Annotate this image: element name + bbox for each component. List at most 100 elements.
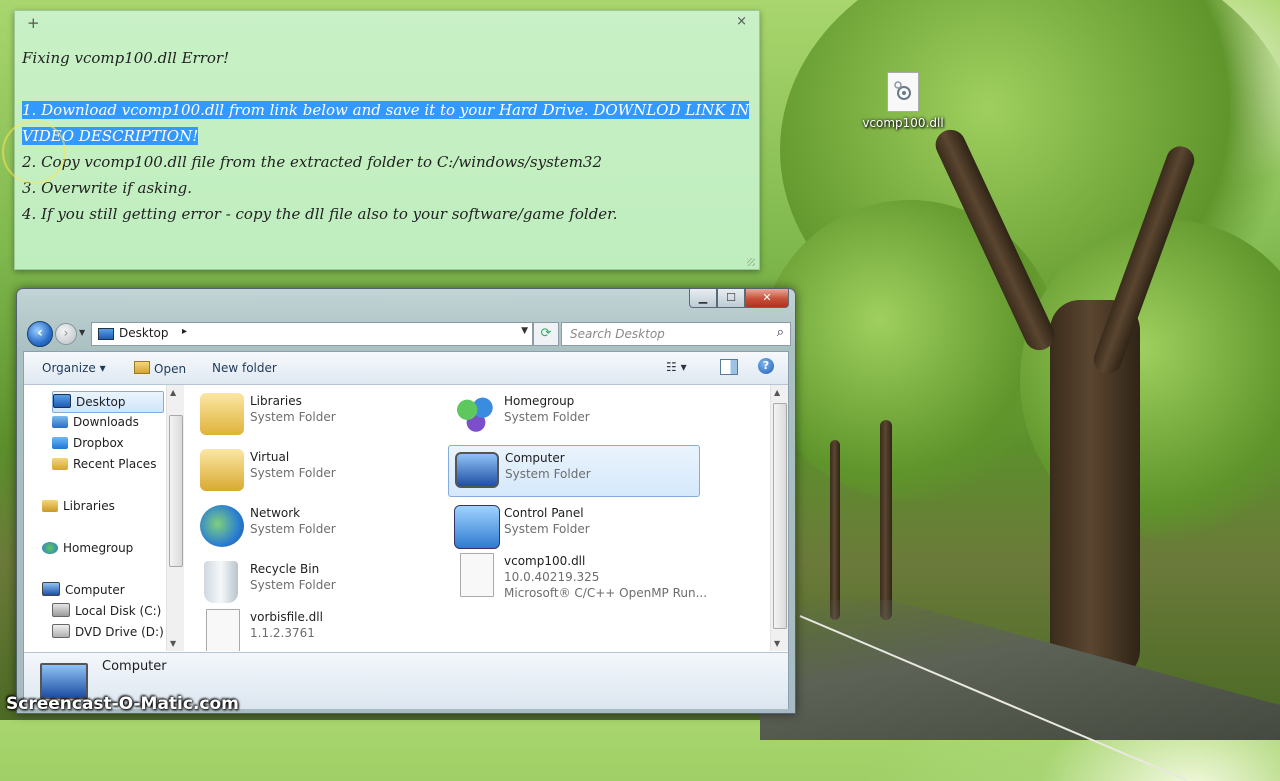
new-folder-button[interactable]: New folder	[212, 361, 277, 375]
nav-label: Homegroup	[63, 541, 134, 555]
item-type: System Folder	[250, 466, 336, 480]
cursor-highlight	[2, 120, 66, 184]
note-step-2: 2. Copy vcomp100.dll file from the extra…	[22, 153, 603, 171]
item-computer[interactable]: Computer System Folder	[448, 445, 700, 497]
item-vcomp100-dll[interactable]: vcomp100.dll 10.0.40219.325 Microsoft® C…	[448, 549, 707, 603]
dvd-drive-icon	[52, 624, 70, 638]
downloads-icon	[52, 416, 68, 428]
nav-item-computer[interactable]: Computer	[42, 580, 125, 600]
scroll-down-icon[interactable]: ▼	[774, 639, 780, 648]
search-icon[interactable]: ⌕	[777, 325, 784, 340]
back-button[interactable]: ‹	[27, 321, 53, 347]
nav-item-desktop[interactable]: Desktop	[52, 391, 164, 413]
search-box[interactable]: Search Desktop ⌕	[561, 322, 791, 346]
item-type: System Folder	[250, 410, 336, 424]
dll-file-icon	[460, 553, 494, 597]
note-step-1: 1. Download vcomp100.dll from link below…	[22, 97, 753, 149]
navigation-bar: ‹ › ▼ Desktop ▸ ▼ ⟳ Search Desktop ⌕	[25, 321, 791, 347]
search-input[interactable]: Search Desktop	[570, 327, 665, 341]
note-title: Fixing vcomp100.dll Error!	[22, 49, 230, 67]
nav-label: Downloads	[73, 415, 139, 429]
libraries-icon	[42, 500, 58, 512]
item-network[interactable]: Network System Folder	[194, 501, 444, 551]
sticky-note[interactable]: + × Fixing vcomp100.dll Error! 1. Downlo…	[14, 10, 760, 270]
item-virtual[interactable]: Virtual System Folder	[194, 445, 444, 495]
item-type: System Folder	[505, 467, 591, 481]
item-name: Computer	[505, 451, 565, 465]
wallpaper-road	[760, 600, 1280, 740]
nav-item-homegroup[interactable]: Homegroup	[42, 538, 133, 558]
item-vorbisfile-dll[interactable]: vorbisfile.dll 1.1.2.3761	[194, 605, 444, 651]
folder-open-icon	[134, 361, 150, 374]
breadcrumb-chevron-icon[interactable]: ▸	[182, 326, 187, 337]
resize-grip[interactable]	[747, 258, 755, 266]
note-blank-line	[22, 71, 753, 97]
scrollbar-thumb[interactable]	[773, 403, 787, 629]
minimize-button[interactable]: ▁	[689, 289, 717, 308]
computer-icon	[42, 582, 60, 596]
navigation-pane-scrollbar[interactable]: ▲ ▼	[166, 385, 184, 651]
network-icon	[200, 505, 244, 547]
control-panel-icon	[454, 505, 500, 549]
preview-pane-button[interactable]	[720, 359, 738, 375]
forward-button[interactable]: ›	[55, 323, 77, 345]
recycle-bin-icon	[204, 561, 238, 603]
open-button[interactable]: Open	[134, 361, 186, 376]
computer-icon	[455, 452, 499, 488]
wallpaper-thin-tree	[880, 420, 892, 620]
item-control-panel[interactable]: Control Panel System Folder	[448, 501, 698, 551]
nav-item-libraries[interactable]: Libraries	[42, 496, 115, 516]
nav-item-dropbox[interactable]: Dropbox	[52, 433, 124, 453]
command-bar: Organize ▾ Open New folder ☷ ▾ ?	[24, 352, 788, 385]
refresh-button[interactable]: ⟳	[533, 322, 559, 346]
maximize-button[interactable]: ☐	[717, 289, 745, 308]
address-bar[interactable]: Desktop ▸ ▼	[91, 322, 533, 346]
item-homegroup[interactable]: Homegroup System Folder	[448, 389, 698, 439]
dropbox-icon	[52, 437, 68, 449]
address-location[interactable]: Desktop	[119, 326, 169, 340]
item-type: System Folder	[250, 522, 336, 536]
recent-places-icon	[52, 458, 68, 470]
scrollbar-thumb[interactable]	[169, 415, 183, 567]
nav-item-local-disk[interactable]: Local Disk (C:)	[52, 601, 161, 621]
scroll-down-icon[interactable]: ▼	[170, 639, 176, 648]
nav-item-downloads[interactable]: Downloads	[52, 412, 139, 432]
nav-label: Dropbox	[73, 436, 124, 450]
item-recycle-bin[interactable]: Recycle Bin System Folder	[194, 557, 444, 607]
dll-file-icon	[887, 72, 919, 112]
item-version: 10.0.40219.325	[504, 570, 600, 584]
details-item-name: Computer	[102, 659, 167, 674]
item-name: Libraries	[250, 394, 302, 408]
new-note-button[interactable]: +	[27, 14, 40, 32]
explorer-window[interactable]: ▁ ☐ ✕ ‹ › ▼ Desktop ▸ ▼ ⟳ Search Desktop…	[16, 288, 796, 714]
desktop-icon-vcomp100[interactable]: vcomp100.dll	[862, 72, 944, 130]
scroll-up-icon[interactable]: ▲	[774, 388, 780, 397]
nav-item-dvd-drive[interactable]: DVD Drive (D:) GF	[52, 622, 184, 642]
close-note-button[interactable]: ×	[736, 14, 747, 29]
recent-pages-dropdown[interactable]: ▼	[79, 328, 85, 337]
item-name: Network	[250, 506, 301, 520]
file-list-scrollbar[interactable]: ▲ ▼	[770, 385, 788, 651]
libraries-icon	[200, 393, 244, 435]
address-dropdown-icon[interactable]: ▼	[521, 326, 528, 336]
item-name: vcomp100.dll	[504, 554, 586, 568]
close-button[interactable]: ✕	[745, 289, 789, 308]
file-list: Libraries System Folder Homegroup System…	[186, 385, 770, 651]
nav-item-recent-places[interactable]: Recent Places	[52, 454, 156, 474]
item-type: System Folder	[250, 578, 336, 592]
item-name: vorbisfile.dll	[250, 610, 323, 624]
change-view-button[interactable]: ☷ ▾	[666, 360, 687, 374]
organize-button[interactable]: Organize ▾	[42, 361, 106, 375]
desktop-icon	[98, 328, 114, 340]
nav-label: Libraries	[63, 499, 115, 513]
item-libraries[interactable]: Libraries System Folder	[194, 389, 444, 439]
desktop-icon-label: vcomp100.dll	[862, 116, 944, 130]
sticky-note-text[interactable]: Fixing vcomp100.dll Error! 1. Download v…	[22, 45, 753, 227]
dll-file-icon	[206, 609, 240, 651]
local-disk-icon	[52, 603, 70, 617]
scroll-up-icon[interactable]: ▲	[170, 388, 176, 397]
watermark: Screencast-O-Matic.com	[6, 694, 239, 714]
help-button[interactable]: ?	[758, 358, 774, 374]
wallpaper-thin-tree	[830, 440, 840, 620]
item-description: Microsoft® C/C++ OpenMP Run...	[504, 586, 708, 600]
